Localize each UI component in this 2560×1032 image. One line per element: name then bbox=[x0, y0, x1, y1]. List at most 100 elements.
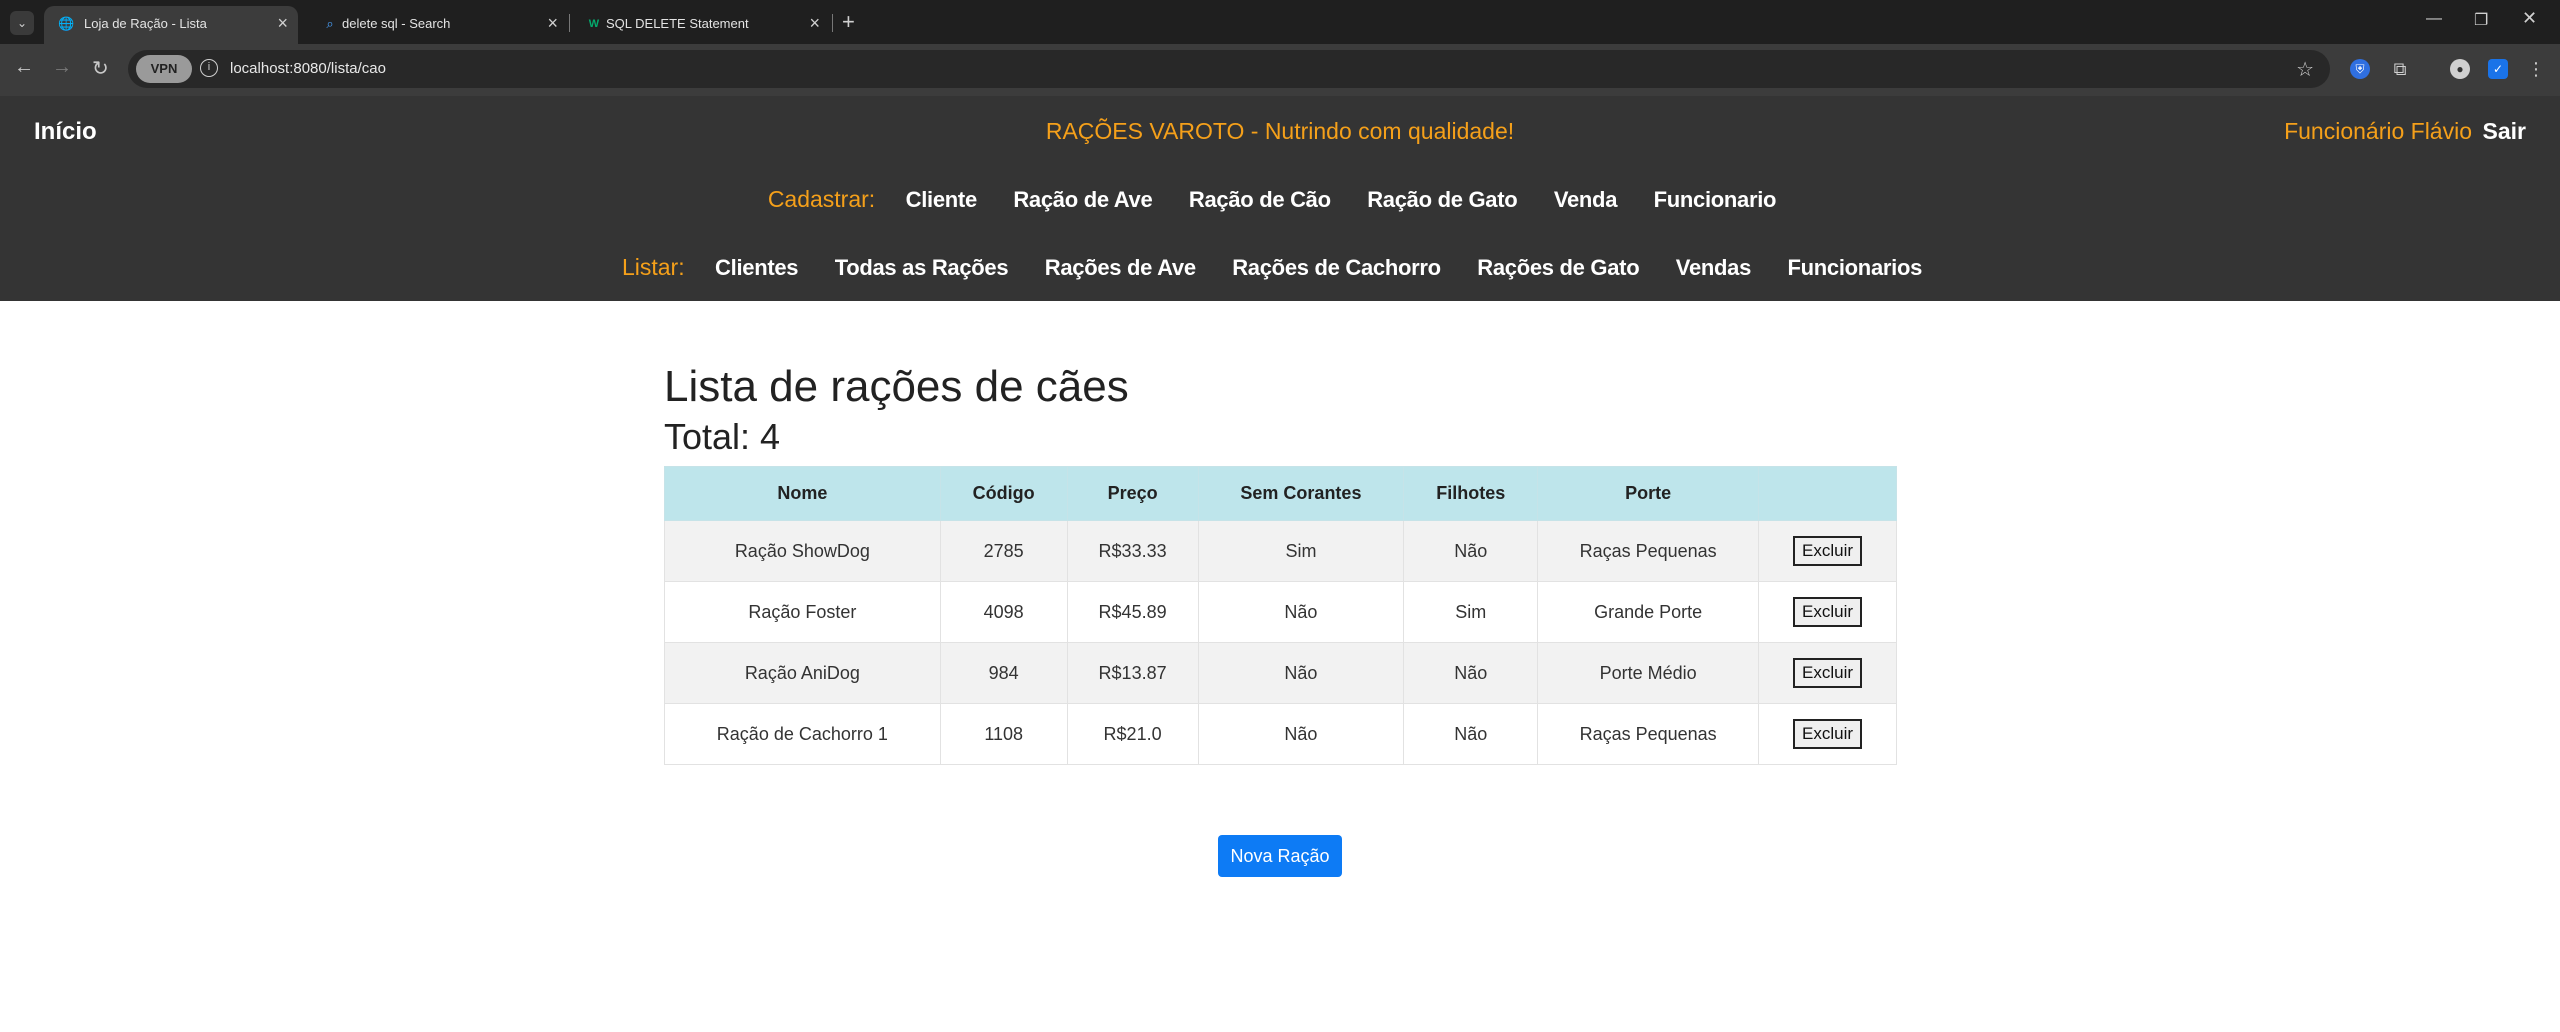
w3schools-icon: W bbox=[588, 18, 600, 30]
col-nome: Nome bbox=[664, 466, 941, 521]
tab-divider bbox=[569, 14, 570, 32]
cell-preco: R$33.33 bbox=[1066, 520, 1199, 582]
cell-filhotes: Sim bbox=[1403, 581, 1539, 643]
cell-filhotes: Não bbox=[1403, 703, 1539, 765]
cell-actions: Excluir bbox=[1758, 581, 1897, 643]
col-porte: Porte bbox=[1537, 466, 1760, 521]
cell-sem-corantes: Não bbox=[1197, 581, 1405, 643]
close-tab-icon[interactable]: × bbox=[809, 14, 820, 32]
total-count: Total: 4 bbox=[664, 416, 1898, 458]
cell-actions: Excluir bbox=[1758, 703, 1897, 765]
list-racoes-ave-link[interactable]: Rações de Ave bbox=[1045, 255, 1196, 280]
employee-name: Funcionário Flávio bbox=[2284, 118, 2472, 144]
verified-check-icon[interactable]: ✓ bbox=[2488, 59, 2508, 79]
table-row: Ração ShowDog 2785 R$33.33 Sim Não Raças… bbox=[664, 520, 1897, 582]
bookmark-star-icon[interactable]: ☆ bbox=[2296, 57, 2314, 82]
list-racoes-gato-link[interactable]: Rações de Gato bbox=[1477, 255, 1639, 280]
register-cliente-link[interactable]: Cliente bbox=[906, 187, 978, 212]
col-filhotes: Filhotes bbox=[1403, 466, 1539, 521]
table-row: Ração Foster 4098 R$45.89 Não Sim Grande… bbox=[664, 581, 1897, 643]
tab-delete-sql[interactable]: ⌕ delete sql - Search × bbox=[308, 6, 568, 44]
globe-icon: 🌐 bbox=[58, 16, 75, 31]
cell-preco: R$45.89 bbox=[1066, 581, 1199, 643]
logout-link[interactable]: Sair bbox=[2483, 118, 2526, 145]
new-tab-icon[interactable]: + bbox=[842, 9, 855, 35]
table-row: Ração AniDog 984 R$13.87 Não Não Porte M… bbox=[664, 642, 1897, 704]
minimize-icon[interactable]: — bbox=[2426, 10, 2442, 28]
table-row: Ração de Cachorro 1 1108 R$21.0 Não Não … bbox=[664, 703, 1897, 765]
tab-search-button[interactable]: ⌄ bbox=[10, 11, 34, 35]
browser-toolbar: ← → ↻ VPN i localhost:8080/lista/cao ☆ ⛨… bbox=[0, 44, 2560, 96]
cell-filhotes: Não bbox=[1403, 642, 1539, 704]
cell-nome: Ração de Cachorro 1 bbox=[664, 703, 941, 765]
cell-nome: Ração Foster bbox=[664, 581, 941, 643]
vpn-badge[interactable]: VPN bbox=[136, 55, 192, 83]
close-tab-icon[interactable]: × bbox=[547, 14, 558, 32]
total-value: 4 bbox=[760, 416, 781, 457]
reload-icon[interactable]: ↻ bbox=[92, 56, 109, 81]
cell-porte: Raças Pequenas bbox=[1537, 703, 1760, 765]
back-icon[interactable]: ← bbox=[14, 56, 34, 79]
list-clientes-link[interactable]: Clientes bbox=[715, 255, 798, 280]
close-window-icon[interactable]: ✕ bbox=[2522, 8, 2537, 29]
extension-shield-icon[interactable]: ⛨ bbox=[2350, 59, 2370, 79]
cell-filhotes: Não bbox=[1403, 520, 1539, 582]
tab-divider bbox=[832, 14, 833, 32]
close-tab-icon[interactable]: × bbox=[277, 14, 288, 32]
list-todas-racoes-link[interactable]: Todas as Rações bbox=[835, 255, 1009, 280]
cell-codigo: 2785 bbox=[939, 520, 1068, 582]
register-racao-cao-link[interactable]: Ração de Cão bbox=[1189, 187, 1331, 212]
main-content: Lista de rações de cães Total: 4 Nome Có… bbox=[664, 362, 1898, 765]
cell-codigo: 4098 bbox=[939, 581, 1068, 643]
browser-menu-icon[interactable]: ⋮ bbox=[2526, 59, 2546, 79]
tab-title: SQL DELETE Statement bbox=[606, 16, 749, 31]
col-sem-corantes: Sem Corantes bbox=[1197, 466, 1405, 521]
site-header: Início RAÇÕES VAROTO - Nutrindo com qual… bbox=[0, 96, 2560, 301]
cell-nome: Ração ShowDog bbox=[664, 520, 941, 582]
cell-porte: Porte Médio bbox=[1537, 642, 1760, 704]
delete-button[interactable]: Excluir bbox=[1793, 536, 1863, 566]
dog-food-table: Nome Código Preço Sem Corantes Filhotes … bbox=[664, 466, 1897, 765]
address-bar[interactable]: VPN i localhost:8080/lista/cao ☆ bbox=[128, 50, 2330, 88]
list-racoes-cachorro-link[interactable]: Rações de Cachorro bbox=[1232, 255, 1441, 280]
cell-preco: R$13.87 bbox=[1066, 642, 1199, 704]
page-title: Lista de rações de cães bbox=[664, 362, 1129, 411]
url-text[interactable]: localhost:8080/lista/cao bbox=[230, 60, 386, 77]
register-funcionario-link[interactable]: Funcionario bbox=[1654, 187, 1777, 212]
cell-actions: Excluir bbox=[1758, 642, 1897, 704]
profile-icon[interactable]: ● bbox=[2450, 59, 2470, 79]
forward-icon[interactable]: → bbox=[52, 56, 72, 79]
list-vendas-link[interactable]: Vendas bbox=[1676, 255, 1752, 280]
table-header-row: Nome Código Preço Sem Corantes Filhotes … bbox=[664, 466, 1897, 521]
register-racao-ave-link[interactable]: Ração de Ave bbox=[1013, 187, 1152, 212]
extensions-puzzle-icon[interactable]: ⧉ bbox=[2390, 59, 2410, 79]
cell-codigo: 1108 bbox=[939, 703, 1068, 765]
register-menu: Cadastrar: Cliente Ração de Ave Ração de… bbox=[0, 186, 2560, 213]
register-racao-gato-link[interactable]: Ração de Gato bbox=[1367, 187, 1517, 212]
tab-title: Loja de Ração - Lista bbox=[84, 16, 207, 31]
register-label: Cadastrar: bbox=[767, 186, 876, 212]
cell-sem-corantes: Sim bbox=[1197, 520, 1405, 582]
list-funcionarios-link[interactable]: Funcionarios bbox=[1788, 255, 1923, 280]
browser-tab-bar: ⌄ 🌐 Loja de Ração - Lista × ⌕ delete sql… bbox=[0, 0, 2560, 44]
delete-button[interactable]: Excluir bbox=[1793, 719, 1863, 749]
delete-button[interactable]: Excluir bbox=[1793, 658, 1863, 688]
list-label: Listar: bbox=[621, 254, 685, 280]
cell-porte: Grande Porte bbox=[1537, 581, 1760, 643]
tab-loja[interactable]: 🌐 Loja de Ração - Lista × bbox=[44, 6, 298, 44]
site-info-icon[interactable]: i bbox=[200, 59, 218, 77]
tab-sql-delete[interactable]: W SQL DELETE Statement × bbox=[572, 6, 830, 44]
delete-button[interactable]: Excluir bbox=[1793, 597, 1863, 627]
search-icon: ⌕ bbox=[326, 16, 334, 31]
cell-sem-corantes: Não bbox=[1197, 642, 1405, 704]
cell-sem-corantes: Não bbox=[1197, 703, 1405, 765]
list-menu: Listar: Clientes Todas as Rações Rações … bbox=[0, 254, 2560, 281]
restore-icon[interactable]: ❐ bbox=[2474, 10, 2488, 30]
cell-porte: Raças Pequenas bbox=[1537, 520, 1760, 582]
col-codigo: Código bbox=[939, 466, 1068, 521]
store-slogan: RAÇÕES VAROTO - Nutrindo com qualidade! bbox=[1045, 118, 1515, 144]
new-racao-button[interactable]: Nova Ração bbox=[1218, 835, 1342, 877]
col-preco: Preço bbox=[1066, 466, 1199, 521]
cell-nome: Ração AniDog bbox=[664, 642, 941, 704]
register-venda-link[interactable]: Venda bbox=[1554, 187, 1618, 212]
